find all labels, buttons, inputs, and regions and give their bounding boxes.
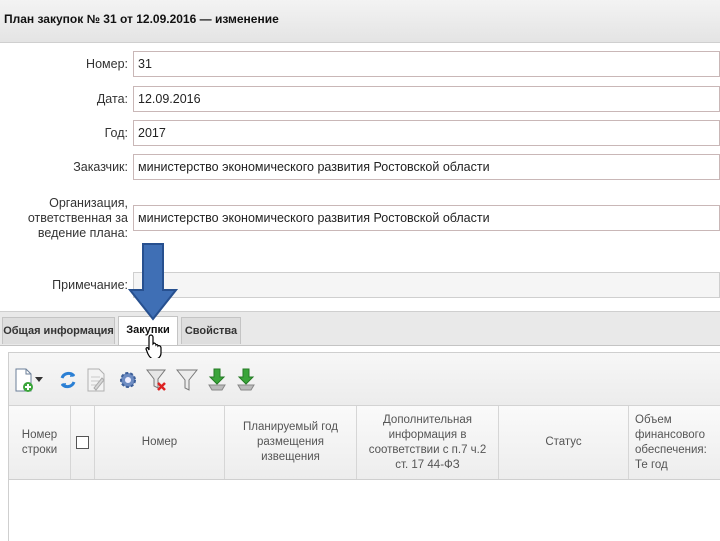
filter-icon[interactable] <box>176 367 198 393</box>
column-planned-year[interactable]: Планируемый год размещения извещения <box>225 406 357 479</box>
annotation-arrow <box>127 243 179 326</box>
date-field[interactable]: 12.09.2016 <box>133 86 720 112</box>
tab-properties[interactable]: Свойства <box>181 317 241 344</box>
hand-cursor-icon <box>145 334 163 363</box>
column-status[interactable]: Статус <box>499 406 629 479</box>
number-field[interactable]: 31 <box>133 51 720 77</box>
column-select-all[interactable] <box>71 406 95 479</box>
edit-document-icon[interactable] <box>85 367 107 393</box>
select-all-checkbox[interactable] <box>76 436 89 449</box>
year-label: Год: <box>104 126 128 140</box>
window-title-bar: План закупок № 31 от 12.09.2016 — измене… <box>0 0 720 43</box>
clear-filter-icon[interactable] <box>146 367 168 393</box>
column-financing-volume[interactable]: Объем финансового обеспечения: Те год <box>629 406 720 479</box>
number-label: Номер: <box>86 57 128 71</box>
note-label: Примечание: <box>52 278 128 292</box>
export-green-icon[interactable] <box>235 367 257 393</box>
tab-strip: Общая информация Закупки Свойства <box>0 311 720 346</box>
date-label: Дата: <box>96 92 128 106</box>
add-document-icon[interactable] <box>13 367 35 393</box>
year-field[interactable]: 2017 <box>133 120 720 146</box>
customer-field[interactable]: министерство экономического развития Рос… <box>133 154 720 180</box>
grid-toolbar <box>9 353 720 406</box>
organization-label: Организация, ответственная за ведение пл… <box>27 196 128 240</box>
settings-gear-icon[interactable] <box>117 367 139 393</box>
tab-general-info[interactable]: Общая информация <box>2 317 115 344</box>
refresh-icon[interactable] <box>57 367 79 393</box>
note-field[interactable] <box>133 272 720 298</box>
window-title: План закупок № 31 от 12.09.2016 — измене… <box>4 12 279 26</box>
organization-field[interactable]: министерство экономического развития Рос… <box>133 205 720 231</box>
customer-label: Заказчик: <box>73 160 128 174</box>
column-row-number[interactable]: Номер строки <box>9 406 71 479</box>
import-green-icon[interactable] <box>206 367 228 393</box>
column-additional-info[interactable]: Дополнительная информация в соответствии… <box>357 406 499 479</box>
grid-header: Номер строки Номер Планируемый год разме… <box>9 406 720 480</box>
column-number[interactable]: Номер <box>95 406 225 479</box>
dropdown-arrow-icon[interactable] <box>33 367 45 393</box>
purchases-panel: Номер строки Номер Планируемый год разме… <box>8 352 720 541</box>
